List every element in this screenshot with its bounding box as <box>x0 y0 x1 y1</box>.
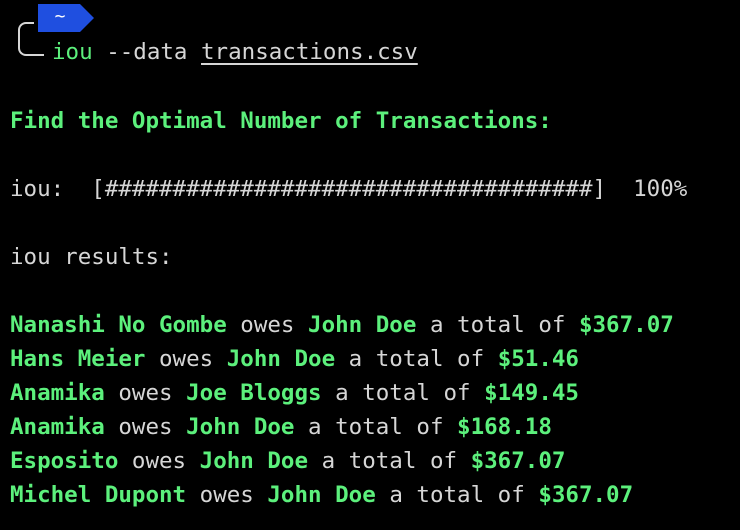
amount: $367.07 <box>538 482 634 508</box>
directory-label: ~ <box>54 6 66 27</box>
amount: $367.07 <box>578 312 674 338</box>
results-label: iou results: <box>10 244 173 270</box>
debtor-name: Michel Dupont <box>10 482 187 508</box>
owes-text: owes <box>240 312 295 338</box>
debtor-name: Anamika <box>10 414 105 440</box>
result-row: Anamika owes John Doe a total of $168.18 <box>10 412 552 442</box>
total-text: a total of <box>335 380 471 406</box>
command-line[interactable]: iou --data transactions.csv <box>52 37 418 67</box>
total-text: a total of <box>389 482 525 508</box>
amount: $51.46 <box>497 346 579 372</box>
result-row: Hans Meier owes John Doe a total of $51.… <box>10 344 579 374</box>
debtor-name: Esposito <box>10 448 119 474</box>
total-text: a total of <box>429 312 566 338</box>
creditor-name: John Doe <box>308 312 417 338</box>
creditor-name: Joe Bloggs <box>186 380 322 406</box>
result-row: Michel Dupont owes John Doe a total of $… <box>10 480 633 510</box>
prompt-corner-decoration <box>18 22 44 56</box>
amount: $168.18 <box>457 414 552 440</box>
command-name: iou <box>52 39 93 65</box>
creditor-name: John Doe <box>199 448 309 474</box>
command-file-argument[interactable]: transactions.csv <box>201 39 418 65</box>
result-row: Esposito owes John Doe a total of $367.0… <box>10 446 565 476</box>
owes-text: owes <box>118 380 173 406</box>
debtor-name: Anamika <box>10 380 105 406</box>
result-row: Anamika owes Joe Bloggs a total of $149.… <box>10 378 579 408</box>
command-flag: --data <box>106 39 188 65</box>
creditor-name: John Doe <box>267 482 376 508</box>
progress-line: iou: [##################################… <box>10 174 687 204</box>
total-text: a total of <box>321 448 458 474</box>
directory-badge-arrow <box>80 4 94 32</box>
result-row: Nanashi No Gombe owes John Doe a total o… <box>10 310 674 340</box>
debtor-name: Hans Meier <box>10 346 146 372</box>
creditor-name: John Doe <box>226 346 336 372</box>
total-text: a total of <box>308 414 444 440</box>
owes-text: owes <box>159 346 214 372</box>
debtor-name: Nanashi No Gombe <box>10 312 227 338</box>
amount: $149.45 <box>484 380 579 406</box>
progress-bar: [####################################] <box>91 176 607 202</box>
progress-percent: 100% <box>633 176 688 202</box>
total-text: a total of <box>348 346 485 372</box>
progress-label: iou: <box>10 176 65 202</box>
owes-text: owes <box>199 482 254 508</box>
owes-text: owes <box>131 448 187 474</box>
owes-text: owes <box>118 414 173 440</box>
amount: $367.07 <box>470 448 566 474</box>
creditor-name: John Doe <box>186 414 295 440</box>
directory-badge: ~ <box>38 4 80 32</box>
output-heading: Find the Optimal Number of Transactions: <box>10 108 552 134</box>
